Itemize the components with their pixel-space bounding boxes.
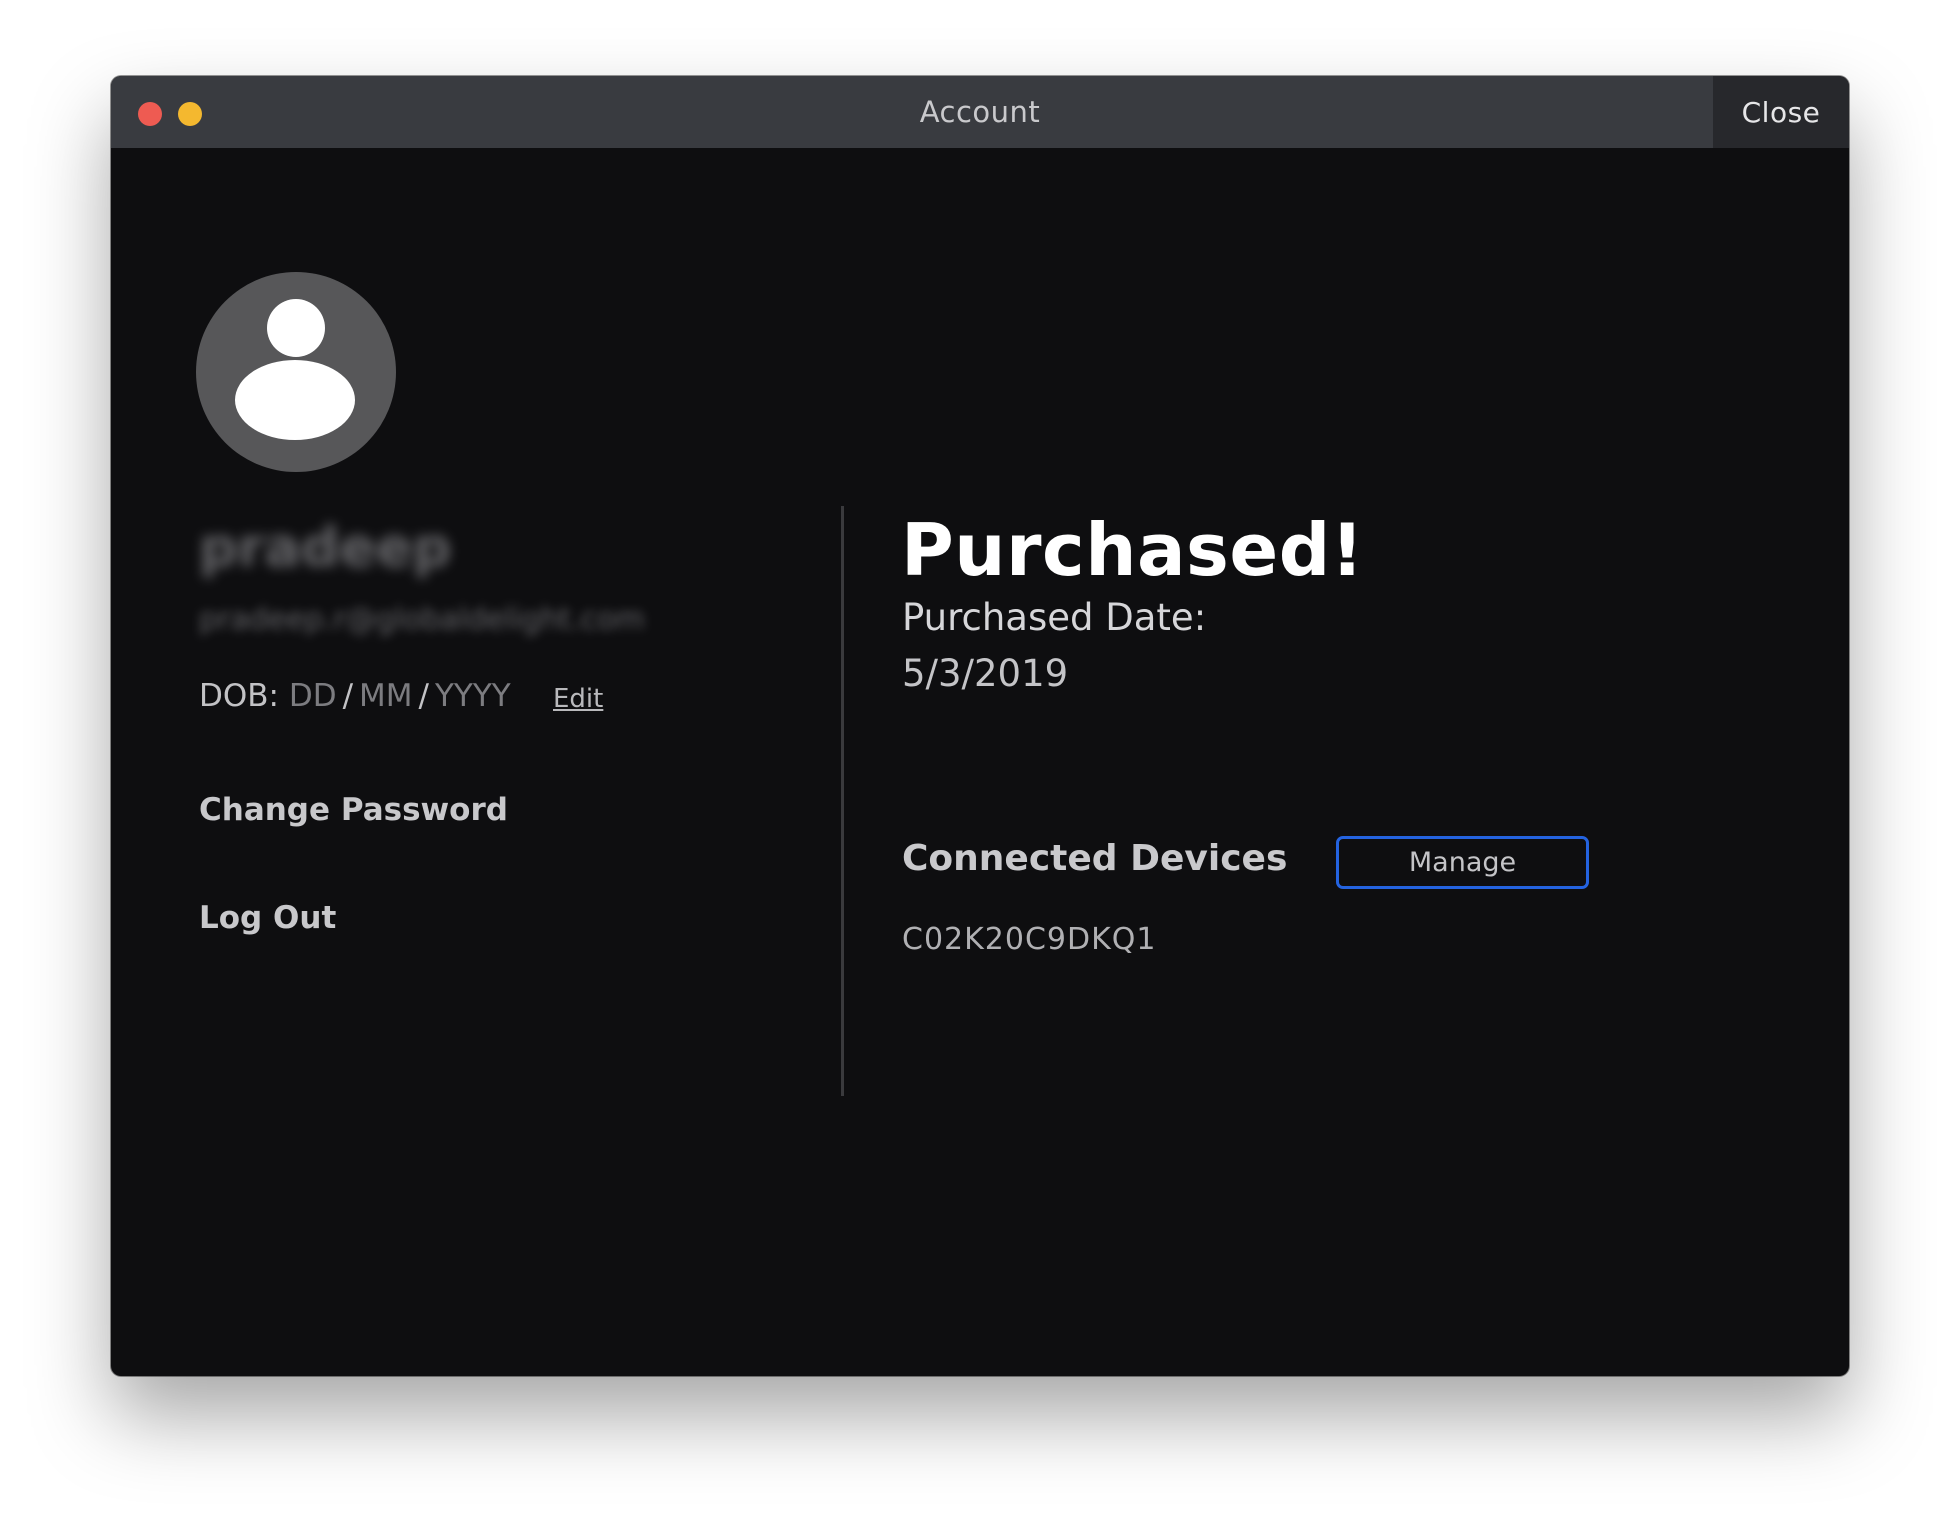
- window-title: Account: [919, 95, 1041, 129]
- dob-year[interactable]: YYYY: [435, 678, 511, 714]
- user-email: pradeep.r@globaldelight.com: [199, 602, 645, 637]
- title-bar: Account Close: [111, 76, 1849, 148]
- dob-month[interactable]: MM: [359, 678, 413, 714]
- avatar-head: [267, 299, 325, 357]
- edit-dob-link[interactable]: Edit: [553, 684, 603, 714]
- close-button[interactable]: Close: [1713, 76, 1849, 148]
- user-avatar-icon: [196, 272, 396, 472]
- purchase-date-label: Purchased Date:: [902, 596, 1207, 639]
- change-password-link[interactable]: Change Password: [199, 792, 508, 828]
- dob-label: DOB:: [199, 678, 279, 714]
- dob-row: DOB: DD / MM / YYYY: [199, 678, 511, 714]
- vertical-divider: [841, 506, 844, 1096]
- username: pradeep: [199, 516, 452, 579]
- dob-day[interactable]: DD: [289, 678, 337, 714]
- purchase-date-value: 5/3/2019: [902, 652, 1069, 695]
- dob-separator: /: [418, 678, 429, 714]
- logout-link[interactable]: Log Out: [199, 900, 336, 936]
- dob-separator: /: [342, 678, 354, 714]
- device-list-item: C02K20C9DKQ1: [902, 922, 1157, 957]
- connected-devices-heading: Connected Devices: [902, 838, 1288, 879]
- manage-devices-button[interactable]: Manage: [1336, 836, 1589, 889]
- account-window: Account Close pradeep pradeep.r@globalde…: [111, 76, 1849, 1376]
- avatar-body: [235, 360, 355, 440]
- purchase-status-heading: Purchased!: [901, 508, 1365, 592]
